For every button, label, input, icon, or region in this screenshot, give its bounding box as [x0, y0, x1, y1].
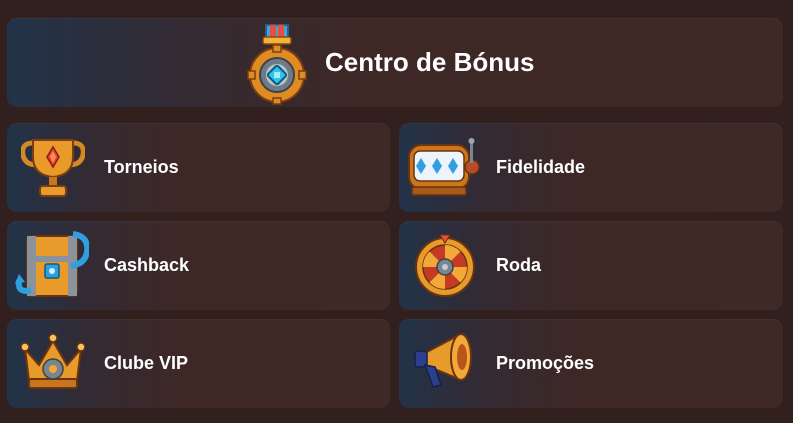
tile-cashback[interactable]: Cashback	[7, 221, 390, 310]
trophy-icon	[21, 137, 85, 199]
tile-promocoes[interactable]: Promoções	[399, 319, 783, 408]
tile-promocoes-label: Promoções	[496, 353, 595, 373]
tile-cashback-label: Cashback	[104, 255, 190, 275]
tile-roda-label: Roda	[496, 255, 541, 275]
megaphone-icon	[411, 329, 477, 395]
tile-torneios[interactable]: Torneios	[7, 123, 390, 212]
tile-fidelidade-label: Fidelidade	[496, 157, 586, 177]
treasure-chest-icon	[15, 228, 89, 304]
crown-icon	[21, 331, 85, 393]
wheel-icon	[413, 233, 477, 299]
tile-torneios-label: Torneios	[104, 157, 179, 177]
tile-fidelidade[interactable]: Fidelidade	[399, 123, 783, 212]
tile-roda[interactable]: Roda	[399, 221, 783, 310]
tile-clube-vip-label: Clube VIP	[104, 353, 189, 373]
page-title: Centro de Bónus	[325, 47, 535, 77]
medal-gear-icon	[246, 23, 308, 107]
bonus-center-header[interactable]: Centro de Bónus	[7, 18, 783, 107]
slot-machine-icon	[406, 137, 480, 199]
tile-clube-vip[interactable]: Clube VIP	[7, 319, 390, 408]
